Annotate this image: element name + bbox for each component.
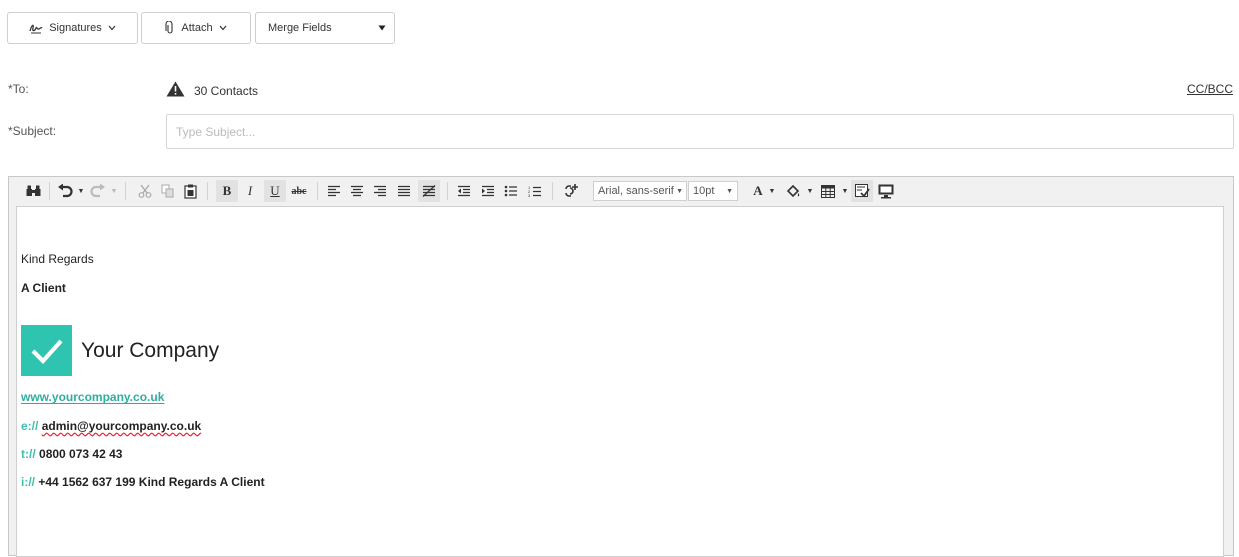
subject-input[interactable] bbox=[166, 114, 1234, 149]
caret-down-icon bbox=[378, 25, 386, 31]
merge-fields-select[interactable]: Merge Fields bbox=[255, 12, 395, 44]
cut-icon[interactable] bbox=[136, 180, 154, 202]
background-color-dropdown[interactable]: ▼ bbox=[804, 180, 814, 202]
redo-icon[interactable] bbox=[89, 180, 107, 202]
font-size-value: 10pt bbox=[693, 185, 715, 197]
preview-icon[interactable] bbox=[876, 180, 896, 202]
indent-icon[interactable] bbox=[479, 180, 497, 202]
strikethrough-icon[interactable]: abc bbox=[289, 180, 309, 202]
align-right-icon[interactable] bbox=[371, 180, 389, 202]
body-line-kind-regards: Kind Regards bbox=[21, 252, 94, 266]
align-left-icon[interactable] bbox=[325, 180, 343, 202]
warning-icon bbox=[166, 81, 185, 100]
numbered-list-icon[interactable]: 123 bbox=[526, 180, 544, 202]
paperclip-icon bbox=[165, 21, 175, 35]
logo-text: Your Company bbox=[81, 338, 220, 362]
email-address: admin@yourcompany.co.uk bbox=[41, 419, 202, 433]
spellcheck-icon[interactable] bbox=[851, 180, 873, 202]
editor-content[interactable]: Kind Regards A Client Your Company www.y… bbox=[16, 206, 1224, 557]
table-dropdown[interactable]: ▼ bbox=[839, 180, 849, 202]
to-label: *To: bbox=[8, 82, 29, 96]
font-size-select[interactable]: 10pt ▼ bbox=[688, 181, 738, 201]
phone-line: t:// 0800 073 42 43 bbox=[21, 447, 122, 461]
rich-text-editor: ▼ ▼ B I U abc 1 2 3 Arial, sans-serif ▼ … bbox=[8, 176, 1234, 557]
cc-bcc-link[interactable]: CC/BCC bbox=[1187, 82, 1233, 96]
intl-phone-line: i:// +44 1562 637 199 Kind Regards A Cli… bbox=[21, 475, 265, 489]
copy-icon[interactable] bbox=[159, 180, 177, 202]
find-icon[interactable] bbox=[23, 180, 43, 202]
svg-text:3: 3 bbox=[528, 193, 531, 198]
editor-toolbar: ▼ ▼ B I U abc 1 2 3 Arial, sans-serif ▼ … bbox=[9, 177, 1233, 206]
redo-history-icon[interactable]: ▼ bbox=[108, 180, 118, 202]
body-line-client-name: A Client bbox=[21, 281, 66, 295]
intl-prefix: i:// bbox=[21, 475, 35, 489]
align-justify-icon[interactable] bbox=[395, 180, 413, 202]
checkmark-icon bbox=[21, 325, 72, 376]
website-line: www.yourcompany.co.uk bbox=[21, 390, 164, 404]
website-link[interactable]: www.yourcompany.co.uk bbox=[21, 390, 164, 404]
email-prefix: e:// bbox=[21, 419, 39, 433]
recipients[interactable]: 30 Contacts bbox=[166, 81, 258, 100]
paste-icon[interactable] bbox=[181, 180, 199, 202]
chevron-down-icon bbox=[108, 25, 116, 31]
font-family-value: Arial, sans-serif bbox=[598, 185, 674, 197]
underline-icon[interactable]: U bbox=[264, 180, 286, 202]
attach-button[interactable]: Attach bbox=[141, 12, 251, 44]
undo-icon[interactable] bbox=[56, 180, 74, 202]
signatures-label: Signatures bbox=[49, 22, 102, 34]
signatures-button[interactable]: Signatures bbox=[7, 12, 138, 44]
signature-icon bbox=[29, 22, 43, 34]
merge-fields-label: Merge Fields bbox=[268, 22, 332, 34]
bulleted-list-icon[interactable] bbox=[502, 180, 520, 202]
subject-label: *Subject: bbox=[8, 124, 57, 138]
undo-history-icon[interactable]: ▼ bbox=[75, 180, 85, 202]
email-line: e:// admin@yourcompany.co.uk bbox=[21, 419, 201, 433]
text-color-dropdown[interactable]: ▼ bbox=[766, 180, 776, 202]
bold-icon[interactable]: B bbox=[216, 180, 238, 202]
company-logo: Your Company bbox=[21, 325, 219, 376]
intl-phone-text: +44 1562 637 199 Kind Regards A Client bbox=[38, 475, 265, 489]
insert-link-icon[interactable] bbox=[560, 180, 582, 202]
phone-prefix: t:// bbox=[21, 447, 36, 461]
background-color-icon[interactable] bbox=[785, 180, 801, 202]
font-family-select[interactable]: Arial, sans-serif ▼ bbox=[593, 181, 687, 201]
table-icon[interactable] bbox=[819, 180, 837, 202]
italic-icon[interactable]: I bbox=[241, 180, 259, 202]
attach-label: Attach bbox=[181, 22, 213, 34]
recipients-count: 30 Contacts bbox=[194, 83, 259, 98]
phone-number: 0800 073 42 43 bbox=[39, 447, 123, 461]
text-color-icon[interactable]: A bbox=[751, 180, 765, 202]
outdent-icon[interactable] bbox=[455, 180, 473, 202]
chevron-down-icon bbox=[219, 25, 227, 31]
align-none-icon[interactable] bbox=[418, 180, 440, 202]
align-center-icon[interactable] bbox=[348, 180, 366, 202]
